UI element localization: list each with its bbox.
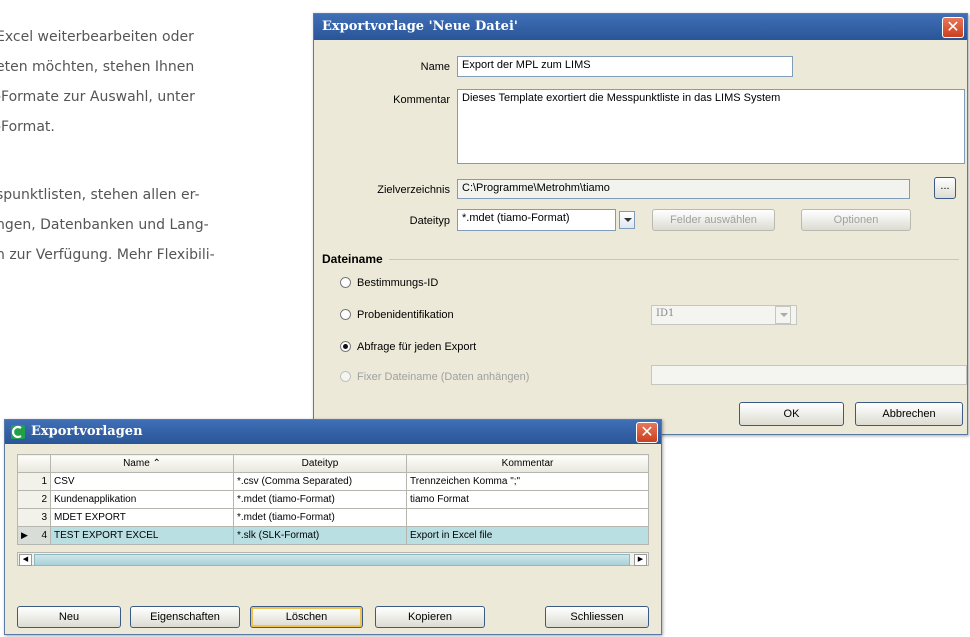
export-template-dialog: Exportvorlage 'Neue Datei' ✕ Name Export… bbox=[313, 13, 968, 435]
row-filetype: *.csv (Comma Separated) bbox=[233, 472, 407, 491]
dialog-title: Exportvorlage 'Neue Datei' bbox=[322, 19, 518, 34]
background-paragraph-1: Excel weiterbearbeiten oder eten möchten… bbox=[0, 29, 195, 135]
new-button[interactable]: Neu bbox=[17, 606, 121, 628]
radio-fixed-filename[interactable] bbox=[340, 371, 351, 382]
row-comment bbox=[406, 508, 649, 527]
templates-titlebar: Exportvorlagen ✕ bbox=[5, 420, 661, 444]
table-row[interactable]: 2 Kundenapplikation *.mdet (tiamo-Format… bbox=[17, 490, 649, 509]
row-number: ▶ 4 bbox=[17, 526, 51, 545]
delete-button[interactable]: Löschen bbox=[250, 606, 363, 628]
templates-table: Name ⌃ Dateityp Kommentar 1 CSV *.csv (C… bbox=[17, 454, 649, 545]
directory-field[interactable]: C:\Programme\Metrohm\tiamo bbox=[457, 179, 910, 199]
comment-label: Kommentar bbox=[393, 94, 450, 106]
radio-sample-identification-label: Probenidentifikation bbox=[357, 309, 454, 321]
filename-section-divider bbox=[389, 259, 959, 260]
dialog-close-button[interactable]: ✕ bbox=[942, 17, 964, 38]
radio-ask-each-export[interactable] bbox=[340, 341, 351, 352]
templates-title: Exportvorlagen bbox=[31, 424, 143, 439]
row-comment: tiamo Format bbox=[406, 490, 649, 509]
templates-close-button[interactable]: ✕ bbox=[636, 422, 658, 443]
ok-button[interactable]: OK bbox=[739, 402, 844, 426]
filetype-label: Dateityp bbox=[409, 215, 450, 227]
name-field[interactable]: Export der MPL zum LIMS bbox=[457, 56, 793, 77]
row-number: 2 bbox=[17, 490, 51, 509]
row-name: Kundenapplikation bbox=[50, 490, 234, 509]
properties-button[interactable]: Eigenschaften bbox=[130, 606, 240, 628]
table-row[interactable]: 1 CSV *.csv (Comma Separated) Trennzeich… bbox=[17, 472, 649, 491]
row-filetype: *.slk (SLK-Format) bbox=[233, 526, 407, 545]
row-filetype: *.mdet (tiamo-Format) bbox=[233, 508, 407, 527]
background-paragraph-2: spunktlisten, stehen allen er- ngen, Dat… bbox=[0, 187, 215, 263]
scroll-thumb[interactable] bbox=[34, 554, 630, 566]
table-header-row: Name ⌃ Dateityp Kommentar bbox=[17, 454, 649, 473]
directory-label: Zielverzeichnis bbox=[377, 184, 450, 196]
radio-determination-id-label: Bestimmungs-ID bbox=[357, 277, 439, 289]
filetype-dropdown-arrow-icon[interactable] bbox=[619, 211, 635, 229]
filetype-select[interactable]: *.mdet (tiamo-Format) bbox=[457, 209, 616, 231]
table-row[interactable]: 3 MDET EXPORT *.mdet (tiamo-Format) bbox=[17, 508, 649, 527]
column-header-comment[interactable]: Kommentar bbox=[406, 454, 649, 473]
row-name: MDET EXPORT bbox=[50, 508, 234, 527]
radio-determination-id[interactable] bbox=[340, 277, 351, 288]
row-filetype: *.mdet (tiamo-Format) bbox=[233, 490, 407, 509]
row-pointer-icon: ▶ bbox=[21, 530, 28, 540]
radio-ask-each-export-label: Abfrage für jeden Export bbox=[357, 341, 477, 353]
column-header-name[interactable]: Name ⌃ bbox=[50, 454, 234, 473]
close-button[interactable]: Schliessen bbox=[545, 606, 649, 628]
sample-id-dropdown-arrow-icon[interactable] bbox=[775, 306, 791, 324]
copy-button[interactable]: Kopieren bbox=[375, 606, 485, 628]
row-number: 1 bbox=[17, 472, 51, 491]
radio-sample-identification[interactable] bbox=[340, 309, 351, 320]
cancel-button[interactable]: Abbrechen bbox=[855, 402, 963, 426]
radio-fixed-filename-label: Fixer Dateiname (Daten anhängen) bbox=[357, 371, 530, 383]
select-fields-button[interactable]: Felder auswählen bbox=[652, 209, 775, 231]
row-number: 3 bbox=[17, 508, 51, 527]
dialog-titlebar: Exportvorlage 'Neue Datei' ✕ bbox=[314, 14, 967, 40]
row-comment: Export in Excel file bbox=[406, 526, 649, 545]
horizontal-scrollbar[interactable]: ◀ ▶ bbox=[17, 552, 649, 566]
row-comment: Trennzeichen Komma ";" bbox=[406, 472, 649, 491]
column-header-filetype[interactable]: Dateityp bbox=[233, 454, 407, 473]
name-label: Name bbox=[420, 61, 450, 73]
comment-textarea[interactable]: Dieses Template exortiert die Messpunktl… bbox=[457, 89, 965, 164]
scroll-left-arrow-icon[interactable]: ◀ bbox=[19, 554, 32, 566]
browse-button[interactable]: ... bbox=[934, 177, 956, 199]
options-button[interactable]: Optionen bbox=[801, 209, 911, 231]
row-name: TEST EXPORT EXCEL bbox=[50, 526, 234, 545]
scroll-right-arrow-icon[interactable]: ▶ bbox=[634, 554, 647, 566]
column-header-index bbox=[17, 454, 51, 473]
export-templates-window: Exportvorlagen ✕ Name ⌃ Dateityp Komment… bbox=[4, 419, 662, 635]
row-name: CSV bbox=[50, 472, 234, 491]
app-icon bbox=[11, 425, 25, 439]
table-row-selected[interactable]: ▶ 4 TEST EXPORT EXCEL *.slk (SLK-Format) … bbox=[17, 526, 649, 545]
fixed-filename-field[interactable] bbox=[651, 365, 967, 385]
filename-section-title: Dateiname bbox=[322, 252, 383, 266]
